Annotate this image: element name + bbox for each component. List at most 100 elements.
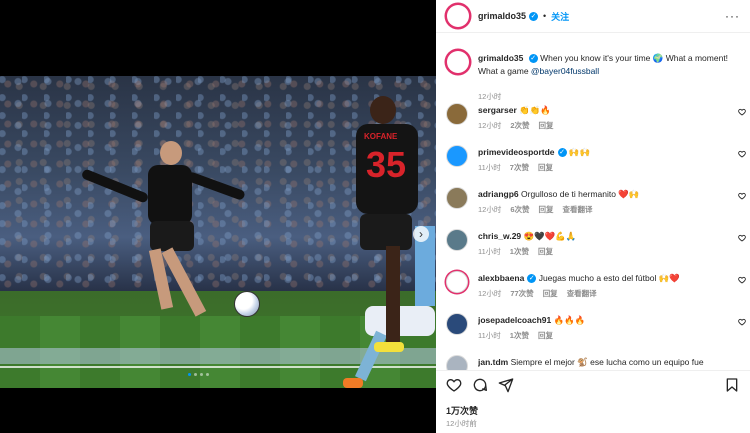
more-options-icon[interactable]: ···: [725, 9, 740, 23]
comment-time: 11小时: [478, 163, 501, 172]
share-icon[interactable]: [498, 377, 514, 393]
comment-like-heart-icon[interactable]: [738, 276, 746, 284]
action-icons: [446, 377, 740, 393]
comment-meta: 11小时 1次赞 回复: [478, 246, 553, 257]
comment-like-heart-icon[interactable]: [738, 234, 746, 242]
comment-item: josepadelcoach91 🔥🔥🔥 11小时 1次赞 回复: [446, 310, 746, 350]
comment-item: alexbbaena ✓ Juegas mucho a esto del fútb…: [446, 268, 746, 308]
comment-text: Orgulloso de ti hermanito ❤️🙌: [521, 189, 640, 199]
commenter-avatar[interactable]: [446, 271, 468, 293]
commenter-username[interactable]: sergarser: [478, 105, 517, 115]
commenter-avatar[interactable]: [446, 145, 468, 167]
post-viewer: KOFANE 35 › grimaldo35 ✓ • 关注 ··· grimal…: [0, 0, 750, 433]
comment-body: jan.tdm Siempre el mejor 🐒 ese lucha com…: [478, 356, 723, 368]
commenter-avatar[interactable]: [446, 313, 468, 335]
commenter-username[interactable]: adriangp6: [478, 189, 519, 199]
comment-item: primevideosportde ✓ 🙌🙌 11小时 7次赞 回复: [446, 142, 746, 182]
comment-like-heart-icon[interactable]: [738, 318, 746, 326]
comment-item: adriangp6 Orgulloso de ti hermanito ❤️🙌 1…: [446, 184, 746, 224]
heart-icon[interactable]: [446, 377, 462, 393]
caption-text: grimaldo35 ✓ When you know it's your tim…: [478, 52, 743, 78]
comment-likes[interactable]: 1次赞: [510, 246, 529, 257]
comment-time: 12小时: [478, 121, 502, 130]
player-torso: [148, 165, 192, 225]
football: [234, 291, 260, 317]
comment-text: 🙌🙌: [568, 147, 591, 157]
follow-button[interactable]: 关注: [551, 10, 569, 23]
jersey-name: KOFANE: [364, 132, 398, 141]
verified-badge-icon: ✓: [557, 148, 567, 158]
commenter-username[interactable]: primevideosportde: [478, 147, 555, 157]
opponent-boot: [343, 378, 363, 388]
author-username[interactable]: grimaldo35: [478, 11, 526, 21]
reply-button[interactable]: 回复: [538, 330, 553, 341]
side-panel: grimaldo35 ✓ • 关注 ··· grimaldo35 ✓ When …: [436, 0, 750, 433]
reply-button[interactable]: 回复: [539, 204, 554, 215]
comment-like-heart-icon[interactable]: [738, 150, 746, 158]
caption-avatar[interactable]: [446, 50, 470, 74]
commenter-avatar[interactable]: [446, 103, 468, 125]
bookmark-icon[interactable]: [724, 377, 740, 393]
comment-meta: 11小时 1次赞 回复: [478, 330, 553, 341]
comments-list[interactable]: grimaldo35 ✓ When you know it's your tim…: [436, 34, 750, 370]
author-avatar[interactable]: [446, 4, 470, 28]
comment-text: Juegas mucho a esto del fútbol 🙌❤️: [538, 273, 680, 283]
comment-meta: 12小时 77次赞 回复 查看翻译: [478, 288, 597, 299]
comment-likes[interactable]: 2次赞: [510, 120, 529, 131]
comment-icon[interactable]: [472, 377, 488, 393]
caption-mention[interactable]: @bayer04fussball: [531, 66, 599, 76]
verified-badge-icon: ✓: [527, 274, 537, 284]
comment-item: sergarser 👏👏🔥 12小时 2次赞 回复: [446, 100, 746, 140]
reply-button[interactable]: 回复: [538, 246, 553, 257]
commenter-avatar[interactable]: [446, 187, 468, 209]
commenter-avatar[interactable]: [446, 355, 468, 370]
post-header: grimaldo35 ✓ • 关注 ···: [436, 0, 750, 33]
comment-text: 😍🖤❤️💪🙏: [523, 231, 577, 241]
reply-button[interactable]: 回复: [538, 162, 553, 173]
media-pane: KOFANE 35 ›: [0, 0, 436, 433]
jersey-number: 35: [366, 144, 407, 185]
comment-body: josepadelcoach91 🔥🔥🔥: [478, 314, 723, 326]
comment-time: 11小时: [478, 331, 501, 340]
commenter-username[interactable]: josepadelcoach91: [478, 315, 551, 325]
likes-count[interactable]: 1万次赞: [446, 404, 478, 417]
teammate-boot: [374, 342, 404, 352]
comment-body: sergarser 👏👏🔥: [478, 104, 723, 116]
actions-bar: 1万次赞 12小时前: [436, 370, 750, 433]
post-photo[interactable]: KOFANE 35: [0, 76, 436, 388]
comment-text: 👏👏🔥: [519, 105, 551, 115]
commenter-username[interactable]: alexbbaena: [478, 273, 524, 283]
post-time: 12小时前: [446, 419, 477, 428]
carousel-dot: [206, 373, 209, 376]
caption-username[interactable]: grimaldo35: [478, 53, 523, 63]
comment-likes[interactable]: 1次赞: [510, 330, 529, 341]
teammate-leg: [386, 246, 400, 346]
separator-dot: •: [543, 11, 547, 21]
comment-meta: 11小时 7次赞 回复: [478, 162, 553, 173]
comment-likes[interactable]: 77次赞: [510, 288, 533, 299]
comment-body: chris_w.29 😍🖤❤️💪🙏: [478, 230, 723, 242]
comment-like-heart-icon[interactable]: [738, 108, 746, 116]
reply-button[interactable]: 回复: [539, 120, 554, 131]
verified-badge-icon: ✓: [528, 54, 538, 64]
commenter-username[interactable]: jan.tdm: [478, 357, 508, 367]
translate-button[interactable]: 查看翻译: [563, 204, 593, 215]
comment-text: Siempre el mejor 🐒 ese lucha como un equ…: [510, 357, 704, 367]
comment-body: primevideosportde ✓ 🙌🙌: [478, 146, 723, 158]
teammate-shorts: [360, 214, 412, 250]
comment-like-heart-icon[interactable]: [738, 192, 746, 200]
next-image-button[interactable]: ›: [413, 226, 429, 242]
comment-meta: 12小时 6次赞 回复 查看翻译: [478, 204, 593, 215]
reply-button[interactable]: 回复: [543, 288, 558, 299]
comment-item: jan.tdm Siempre el mejor 🐒 ese lucha com…: [446, 352, 746, 370]
comment-likes[interactable]: 6次赞: [510, 204, 529, 215]
player-head: [160, 141, 182, 165]
commenter-username[interactable]: chris_w.29: [478, 231, 521, 241]
comment-meta: 12小时 2次赞 回复: [478, 120, 554, 131]
comment-body: adriangp6 Orgulloso de ti hermanito ❤️🙌: [478, 188, 723, 200]
comment-likes[interactable]: 7次赞: [510, 162, 529, 173]
commenter-avatar[interactable]: [446, 229, 468, 251]
comment-time: 11小时: [478, 247, 501, 256]
translate-button[interactable]: 查看翻译: [567, 288, 597, 299]
carousel-dot: [194, 373, 197, 376]
